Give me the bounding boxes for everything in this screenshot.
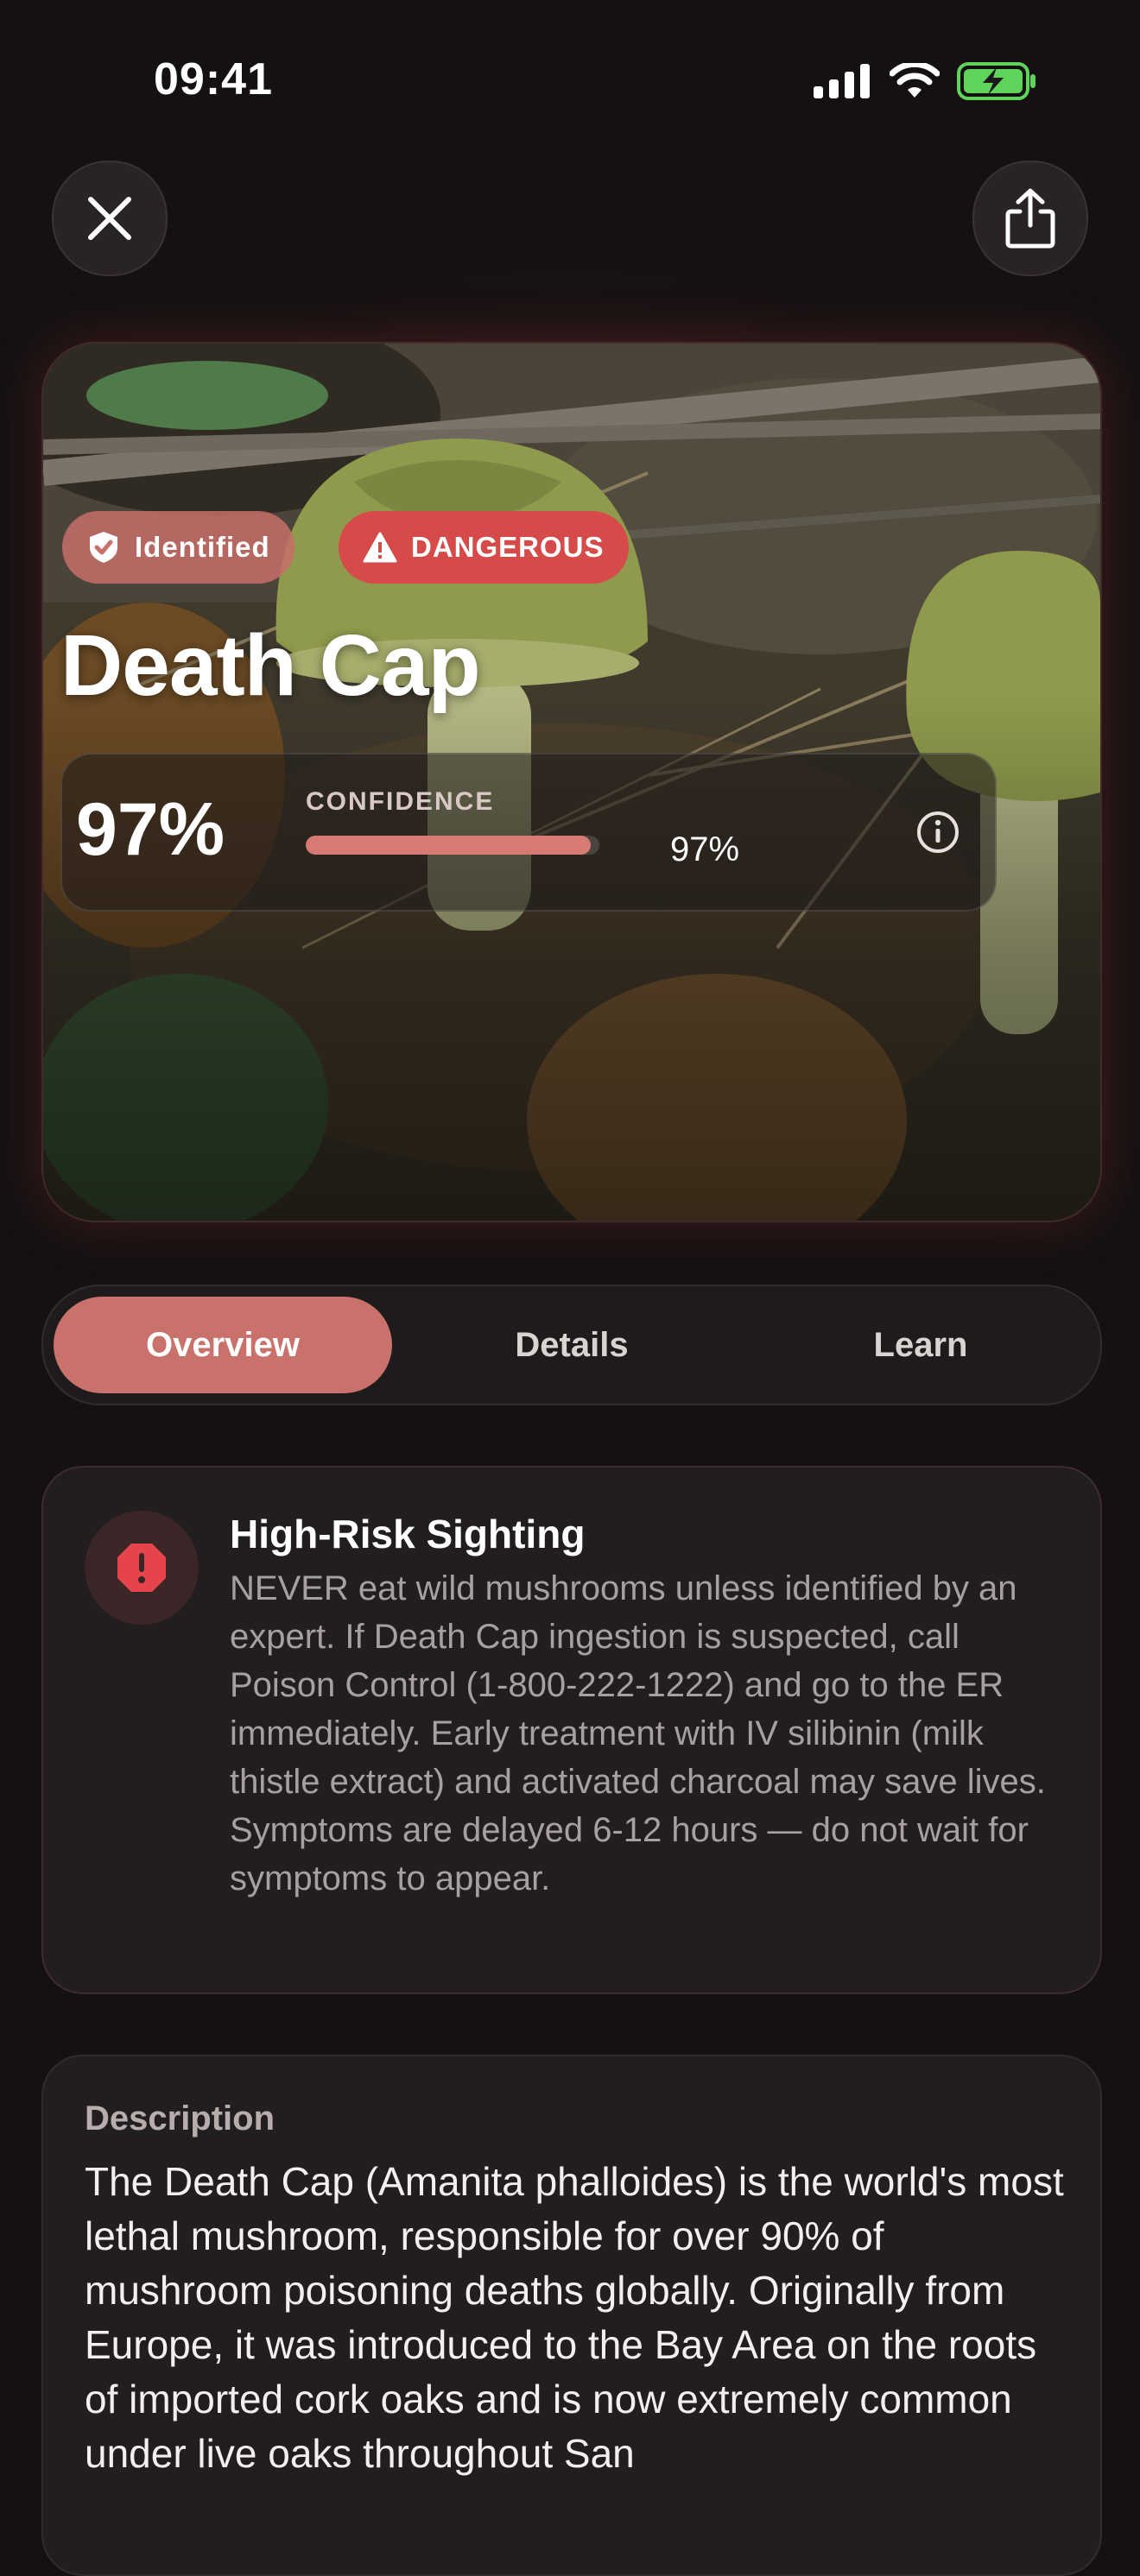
confidence-bar-fill bbox=[306, 836, 591, 855]
share-button[interactable] bbox=[972, 161, 1088, 276]
share-icon bbox=[1005, 188, 1055, 249]
status-icons bbox=[814, 62, 1036, 100]
alert-body: NEVER eat wild mushrooms unless identifi… bbox=[230, 1569, 1046, 1897]
species-name: Death Cap bbox=[60, 617, 481, 714]
dangerous-badge-label: DANGEROUS bbox=[411, 531, 605, 563]
alert-title: High-Risk Sighting bbox=[230, 1512, 586, 1556]
confidence-label: CONFIDENCE bbox=[306, 787, 495, 816]
tab-overview[interactable]: Overview bbox=[54, 1297, 392, 1393]
description-card: Description The Death Cap (Amanita phall… bbox=[41, 2055, 1102, 2576]
alert-icon-container bbox=[85, 1511, 199, 1625]
warning-triangle-icon bbox=[363, 532, 397, 563]
status-time: 09:41 bbox=[154, 54, 273, 104]
tab-details[interactable]: Details bbox=[402, 1297, 741, 1393]
check-shield-icon bbox=[90, 532, 117, 563]
description-body: The Death Cap (Amanita phalloides) is th… bbox=[85, 2159, 1064, 2476]
battery-charging-icon bbox=[957, 62, 1036, 100]
identified-badge: Identified bbox=[62, 511, 294, 584]
signal-icon bbox=[814, 64, 870, 98]
alert-octagon-icon bbox=[117, 1544, 166, 1592]
wifi-icon bbox=[890, 63, 940, 98]
tab-bar: Overview Details Learn bbox=[41, 1285, 1102, 1405]
info-icon[interactable] bbox=[915, 810, 960, 855]
close-icon bbox=[88, 197, 131, 240]
dangerous-badge: DANGEROUS bbox=[339, 511, 629, 584]
close-button[interactable] bbox=[52, 161, 168, 276]
confidence-value: 97% bbox=[76, 788, 225, 871]
confidence-bar bbox=[306, 836, 599, 855]
high-risk-alert-card: High-Risk Sighting NEVER eat wild mushro… bbox=[41, 1466, 1102, 1994]
tab-learn[interactable]: Learn bbox=[751, 1297, 1090, 1393]
identified-badge-label: Identified bbox=[135, 531, 270, 563]
confidence-bar-value: 97% bbox=[670, 830, 740, 868]
description-title: Description bbox=[85, 2099, 276, 2137]
status-bar: 09:41 bbox=[0, 0, 1140, 164]
